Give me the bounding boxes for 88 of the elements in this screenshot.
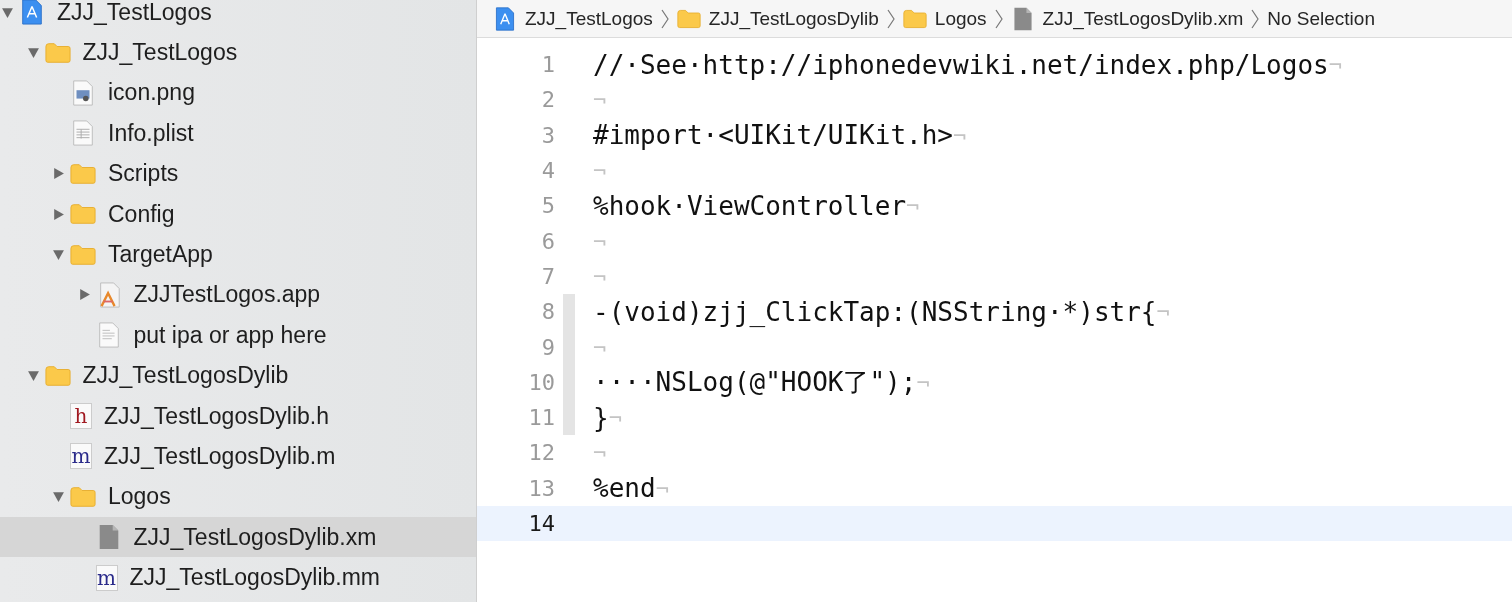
line-number: 6 — [540, 228, 555, 254]
file-name: Info.plist — [108, 119, 194, 147]
code-text: } — [593, 402, 609, 433]
file-name: ZJJ_TestLogosDylib.mm — [129, 564, 381, 592]
list-file-icon — [70, 120, 96, 147]
navigator-row[interactable]: ZJJTestLogos.app — [0, 274, 476, 316]
file-name: Logos — [108, 483, 171, 511]
file-name: TargetApp — [108, 241, 213, 269]
line-number: 12 — [527, 440, 555, 466]
line-end-mark: ¬ — [593, 228, 607, 254]
line-number: 1 — [540, 52, 555, 78]
line-end-mark: ¬ — [655, 475, 669, 501]
chevron-icon — [1251, 8, 1260, 29]
line-number: 9 — [540, 334, 555, 360]
file-name: ZJJ_TestLogosDylib.xm — [133, 523, 377, 551]
line-number: 10 — [527, 369, 555, 395]
line-number: 7 — [540, 263, 555, 289]
file-name: ZJJTestLogos.app — [133, 281, 321, 309]
navigator-row[interactable]: Config — [0, 193, 476, 235]
disclosure-triangle-icon[interactable] — [52, 167, 65, 181]
navigator-row[interactable]: Info.plist — [0, 113, 476, 154]
line-end-mark: ¬ — [1328, 52, 1342, 78]
breadcrumb-item[interactable]: Logos — [934, 7, 987, 30]
line-number: 4 — [540, 158, 555, 184]
navigator-row[interactable]: ZJJ_TestLogosDylib.xm — [0, 517, 476, 558]
code-text: //·See·http://iphonedevwiki.net/index.php/Logos — [593, 49, 1329, 80]
navigator-row[interactable]: m ZJJ_TestLogosDylib.m — [0, 436, 476, 477]
line-number: 14 — [527, 511, 555, 536]
navigator-row[interactable]: put ipa or app here — [0, 315, 476, 356]
disclosure-triangle-icon[interactable] — [1, 5, 14, 19]
navigator-row[interactable]: TargetApp — [0, 234, 476, 275]
line-end-mark: ¬ — [593, 334, 607, 360]
navigator-row[interactable]: h ZJJ_TestLogosDylib.h — [0, 395, 476, 437]
chevron-icon — [660, 8, 669, 29]
file-name: ZJJ_TestLogos — [57, 0, 212, 26]
disclosure-triangle-icon[interactable] — [77, 288, 91, 302]
line-number: 5 — [540, 193, 555, 219]
file-name: put ipa or app here — [133, 321, 327, 349]
code-text: -(void)zjj_ClickTap:(NSString·*)str{ — [593, 296, 1157, 327]
file-name: ZJJ_TestLogosDylib.h — [104, 402, 329, 430]
breadcrumb-item[interactable]: ZJJ_TestLogosDylib.xm — [1042, 7, 1244, 30]
image-file-icon — [70, 79, 96, 106]
line-end-mark: ¬ — [593, 263, 607, 289]
line-end-mark: ¬ — [906, 193, 920, 219]
code-text: %end — [593, 473, 656, 504]
file-name: icon.png — [108, 79, 195, 107]
source-file-icon: m — [70, 443, 92, 470]
line-number: 11 — [527, 405, 555, 431]
disclosure-triangle-icon[interactable] — [26, 369, 40, 383]
file-name: ZJJ_TestLogosDylib — [82, 362, 289, 390]
navigator-row[interactable]: ZJJ_TestLogos — [0, 0, 476, 33]
line-end-mark: ¬ — [1156, 299, 1170, 325]
line-end-mark: ¬ — [593, 87, 607, 113]
breadcrumb-item[interactable]: ZJJ_TestLogos — [525, 7, 653, 30]
line-number: 8 — [540, 299, 555, 325]
navigator-row[interactable]: Logos — [0, 476, 476, 518]
code-text: ····NSLog(@"HOOK了"); — [593, 365, 917, 399]
line-number: 2 — [540, 87, 555, 113]
navigator-row[interactable]: ZJJ_TestLogos — [0, 32, 476, 73]
line-number: 13 — [527, 475, 555, 501]
navigator-row[interactable]: Scripts — [0, 153, 476, 194]
breadcrumb-item[interactable]: No Selection — [1267, 7, 1375, 30]
file-name: ZJJ_TestLogos — [82, 39, 238, 67]
line-end-mark: ¬ — [953, 122, 967, 148]
code-text: %hook·ViewController — [593, 190, 907, 221]
line-end-mark: ¬ — [916, 369, 930, 395]
line-number: 3 — [540, 122, 555, 148]
navigator-row[interactable]: ZJJ_TestLogosDylib — [0, 355, 476, 396]
source-file-icon: m — [95, 564, 118, 591]
disclosure-triangle-icon[interactable] — [52, 207, 65, 221]
navigator-row[interactable]: m ZJJ_TestLogosDylib.mm — [0, 557, 476, 598]
disclosure-triangle-icon[interactable] — [52, 490, 65, 504]
project-file-icon — [19, 0, 45, 26]
file-name: ZJJ_TestLogosDylib.m — [104, 443, 336, 470]
project-file-icon — [493, 6, 517, 31]
navigator-row[interactable]: icon.png — [0, 72, 476, 114]
header-file-icon: h — [70, 403, 92, 430]
line-end-mark: ¬ — [608, 405, 622, 431]
chevron-icon — [994, 8, 1003, 29]
code-text: #import·<UIKit/UIKit.h> — [593, 120, 954, 151]
chevron-icon — [886, 8, 895, 29]
file-name: Scripts — [108, 160, 179, 188]
file-name: Config — [108, 200, 175, 228]
line-end-mark: ¬ — [593, 440, 607, 466]
disclosure-triangle-icon[interactable] — [52, 248, 65, 262]
line-end-mark: ¬ — [593, 158, 607, 184]
disclosure-triangle-icon[interactable] — [26, 46, 40, 60]
breadcrumb-item[interactable]: ZJJ_TestLogosDylib — [708, 7, 879, 30]
